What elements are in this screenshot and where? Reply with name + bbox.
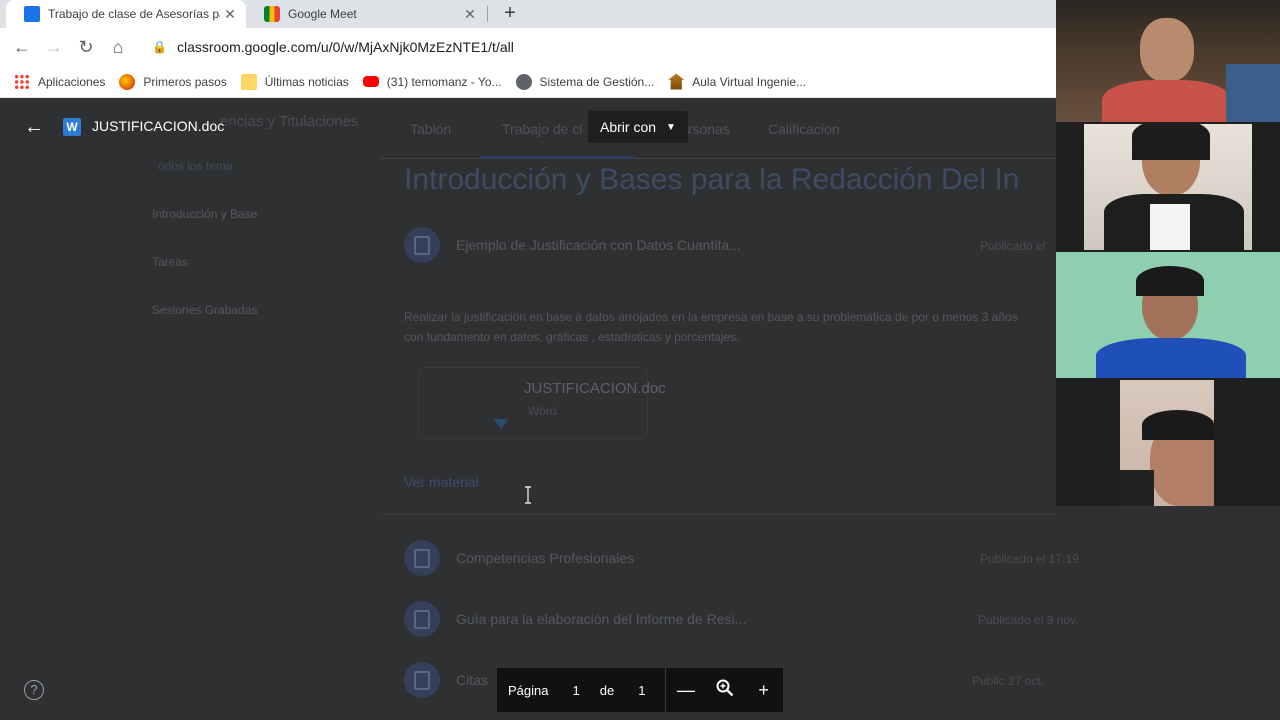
back-arrow-icon[interactable]: ← bbox=[22, 115, 46, 139]
meet-video-panel bbox=[1056, 0, 1280, 506]
sidebar-item-todos[interactable]: odos los tema bbox=[158, 159, 233, 173]
file-viewer-header: ← W JUSTIFICACION.doc Abrir con ▼ bbox=[0, 99, 1056, 155]
bookmark-primeros-pasos[interactable]: Primeros pasos bbox=[119, 73, 227, 90]
help-icon[interactable]: ? bbox=[24, 680, 44, 700]
tab-classroom[interactable]: Trabajo de clase de Asesorías pa ✕ bbox=[6, 0, 246, 28]
forward-button[interactable]: → bbox=[42, 35, 66, 59]
university-icon bbox=[668, 73, 685, 90]
address-bar[interactable]: 🔒 classroom.google.com/u/0/w/MjAxNjk0MzE… bbox=[142, 33, 1056, 61]
sidebar-item-sesiones[interactable]: Sesiones Grabadas bbox=[152, 303, 257, 317]
topic-title: Introducción y Bases para la Redacción D… bbox=[404, 163, 1020, 196]
back-button[interactable]: ← bbox=[10, 35, 34, 59]
material-title[interactable]: Guía para la elaboración del Informe de … bbox=[456, 611, 746, 627]
bookmark-aula-virtual[interactable]: Aula Virtual Ingenie... bbox=[668, 73, 807, 90]
participant-jacket bbox=[1120, 470, 1154, 506]
participant-video-1[interactable] bbox=[1056, 0, 1280, 122]
current-page-input[interactable]: 1 bbox=[572, 683, 579, 698]
material-date: Publicado el 9 nov. bbox=[978, 613, 1079, 627]
bookmark-label: Aplicaciones bbox=[38, 74, 106, 89]
material-description: Realizar la justificación en base a dato… bbox=[404, 307, 1056, 347]
participant-shirt bbox=[1102, 80, 1232, 122]
participant-video-2[interactable] bbox=[1084, 124, 1252, 250]
participant-hair bbox=[1142, 410, 1214, 440]
bookmark-youtube[interactable]: (31) temomanz - Yo... bbox=[362, 74, 502, 89]
bookmark-label: (31) temomanz - Yo... bbox=[386, 74, 502, 89]
url-text: classroom.google.com/u/0/w/MjAxNjk0MzEzN… bbox=[176, 39, 514, 55]
description-line: Realizar la justificación en base a dato… bbox=[404, 310, 1018, 324]
bookmark-label: Últimas noticias bbox=[264, 74, 349, 89]
open-with-button[interactable]: Abrir con ▼ bbox=[588, 111, 688, 143]
divider bbox=[380, 514, 1056, 515]
folder-icon bbox=[240, 73, 257, 90]
firefox-icon bbox=[119, 73, 136, 90]
assignment-icon bbox=[404, 662, 440, 698]
classroom-sidebar: encias y Titulaciones odos los tema Intr… bbox=[130, 99, 380, 720]
participant-video-4[interactable] bbox=[1120, 380, 1214, 506]
assignment-icon bbox=[404, 540, 440, 576]
background-window bbox=[1226, 64, 1280, 122]
word-icon: W bbox=[63, 118, 81, 136]
participant-hair bbox=[1132, 124, 1210, 160]
bookmark-label: Primeros pasos bbox=[143, 74, 227, 89]
classroom-icon bbox=[24, 6, 40, 22]
material-date: Public 27 oct. bbox=[972, 674, 1045, 688]
assignment-icon bbox=[404, 227, 440, 263]
material-title[interactable]: Competencias Profesionales bbox=[456, 550, 634, 566]
text-cursor-icon bbox=[525, 486, 531, 504]
new-tab-button[interactable]: + bbox=[498, 2, 522, 26]
lock-icon: 🔒 bbox=[152, 40, 167, 54]
zoom-out-icon[interactable]: — bbox=[666, 680, 705, 701]
material-title[interactable]: Citas bbox=[456, 672, 488, 688]
viewer-doc-name: JUSTIFICACION.doc bbox=[92, 118, 225, 134]
participant-hair bbox=[1136, 266, 1204, 296]
close-icon[interactable]: ✕ bbox=[220, 6, 240, 23]
bookmark-apps[interactable]: Aplicaciones bbox=[14, 73, 106, 90]
zoom-icon[interactable] bbox=[705, 679, 744, 702]
close-icon[interactable]: ✕ bbox=[460, 6, 480, 23]
reload-button[interactable]: ↻ bbox=[74, 35, 98, 59]
description-line: con fundamento en datos, gráficas , esta… bbox=[404, 330, 740, 344]
bookmark-label: Sistema de Gestión... bbox=[539, 74, 655, 89]
page-label: Página bbox=[508, 682, 549, 698]
total-pages: 1 bbox=[638, 682, 646, 698]
view-material-link[interactable]: Ver material bbox=[404, 474, 479, 490]
home-button[interactable]: ⌂ bbox=[106, 35, 130, 59]
participant-shirt bbox=[1150, 204, 1190, 250]
zoom-in-icon[interactable]: + bbox=[744, 680, 783, 701]
participant-shirt bbox=[1096, 338, 1246, 378]
open-with-label: Abrir con bbox=[600, 119, 657, 135]
apps-grid-icon bbox=[14, 73, 30, 90]
assignment-icon bbox=[404, 601, 440, 637]
bookmark-sistema-gestion[interactable]: Sistema de Gestión... bbox=[515, 73, 655, 90]
globe-icon bbox=[515, 73, 532, 90]
participant-video-3[interactable] bbox=[1056, 252, 1280, 378]
material-title[interactable]: Ejemplo de Justificación con Datos Cuant… bbox=[456, 237, 741, 253]
youtube-icon bbox=[362, 76, 379, 87]
attachment-type: Word bbox=[528, 404, 557, 418]
attachment-card[interactable] bbox=[418, 367, 648, 439]
participant-face bbox=[1140, 18, 1194, 82]
bookmark-label: Aula Virtual Ingenie... bbox=[692, 74, 807, 89]
active-tab-indicator bbox=[480, 156, 634, 159]
attachment-name: JUSTIFICACION.doc bbox=[524, 380, 666, 397]
material-date: Publicado el bbox=[980, 239, 1046, 253]
tab-title: Google Meet bbox=[288, 7, 357, 21]
tab-google-meet[interactable]: Google Meet ✕ bbox=[246, 0, 486, 28]
meet-icon bbox=[264, 6, 280, 22]
tab-title: Trabajo de clase de Asesorías pa bbox=[48, 7, 220, 21]
caret-down-icon: ▼ bbox=[666, 121, 676, 133]
page-navigator: Página 1 de 1 — + bbox=[497, 668, 783, 712]
tab-separator bbox=[487, 6, 488, 22]
sidebar-item-tareas[interactable]: Tareas bbox=[152, 255, 188, 269]
bookmark-ultimas-noticias[interactable]: Últimas noticias bbox=[240, 73, 349, 90]
sidebar-item-introduccion[interactable]: Introducción y Base bbox=[152, 207, 257, 221]
material-date: Publicado el 17:19 bbox=[980, 552, 1079, 566]
of-label: de bbox=[599, 682, 615, 698]
